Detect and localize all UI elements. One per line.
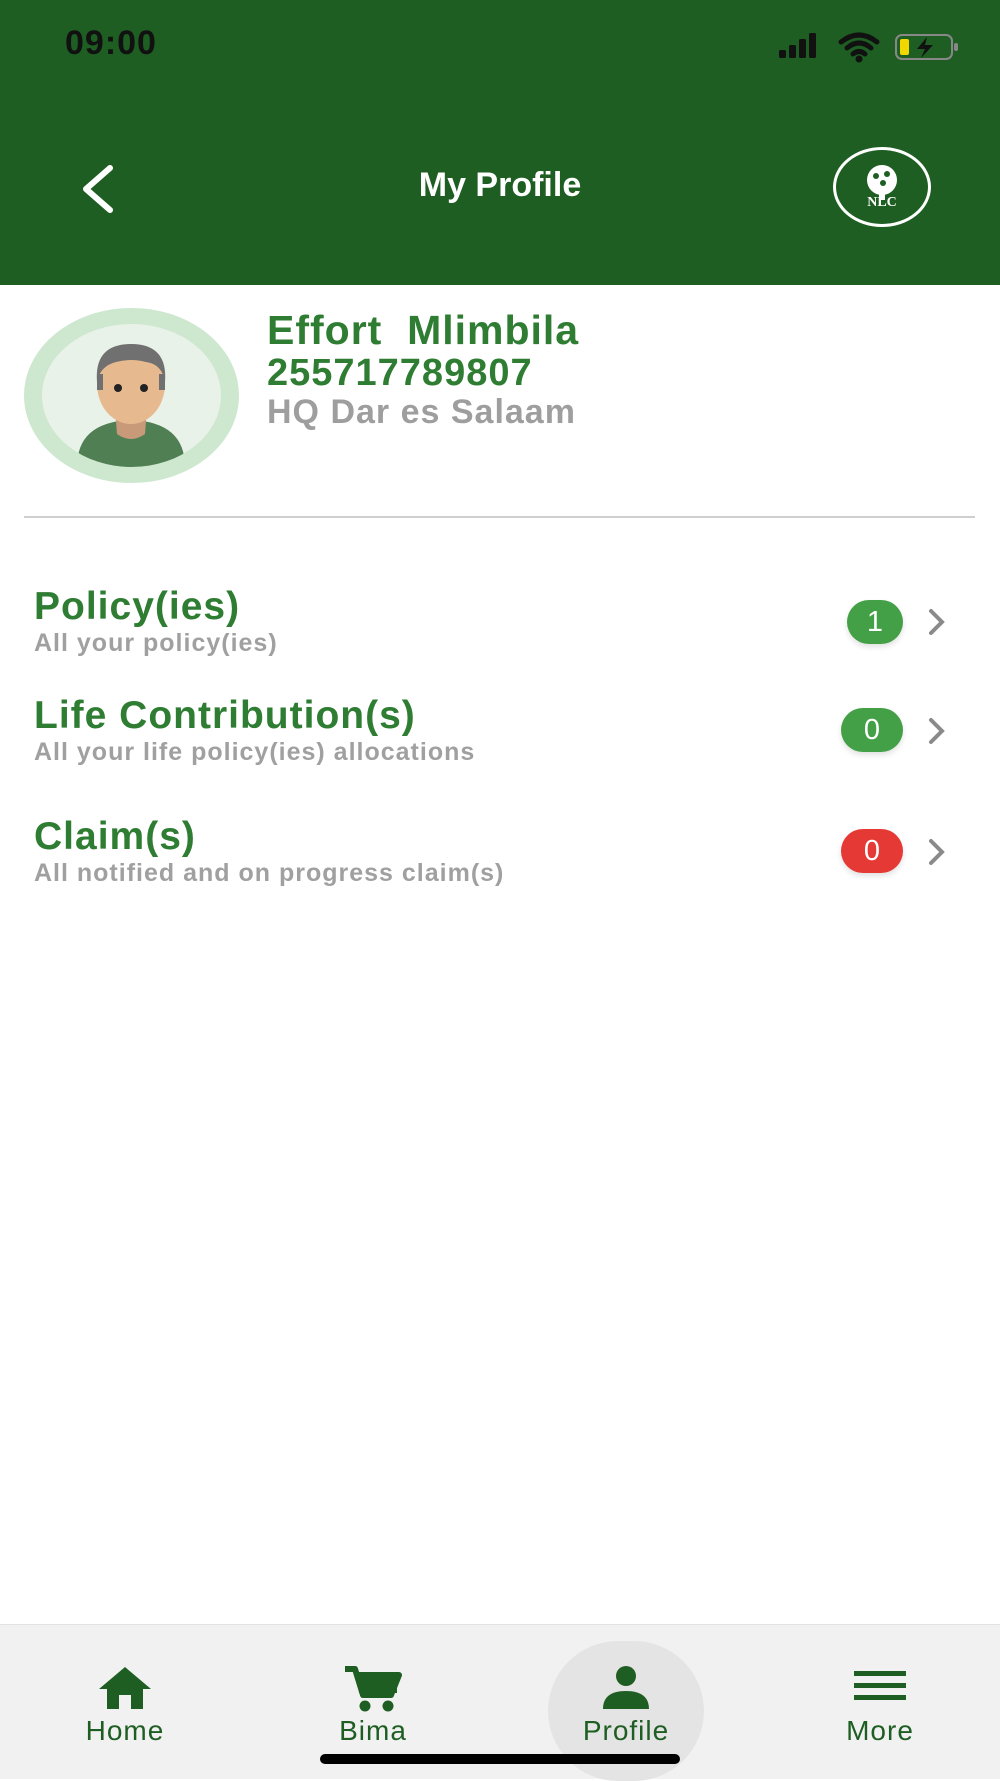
nav-label: More [846,1715,914,1746]
logo-text: NLC [867,195,897,210]
wifi-icon [838,32,880,63]
menu-item-title: Claim(s) [34,815,196,858]
nav-label: Profile [582,1715,670,1746]
home-icon [99,1667,151,1709]
chevron-right-icon [929,718,945,744]
count-badge: 0 [841,829,903,873]
menu-item-claims[interactable]: Claim(s) All notified and on progress cl… [0,815,1000,915]
count-badge: 0 [841,708,903,752]
menu-item-title: Life Contribution(s) [34,694,416,737]
nav-home[interactable]: Home [50,1625,200,1779]
user-phone: 255717789807 [267,352,533,394]
avatar [24,308,239,483]
menu-icon [854,1671,906,1700]
menu-item-subtitle: All your life policy(ies) allocations [34,738,476,766]
app-header: 09:00 My Profile NLC [0,0,1000,285]
menu-item-policies[interactable]: Policy(ies) All your policy(ies) 1 [0,585,1000,685]
cart-icon [345,1666,402,1712]
menu-item-subtitle: All notified and on progress claim(s) [34,859,505,887]
person-avatar-icon [77,344,185,467]
person-icon [603,1666,649,1709]
status-time: 09:00 [65,24,157,62]
menu-item-life-contributions[interactable]: Life Contribution(s) All your life polic… [0,694,1000,794]
divider [24,516,975,518]
count-badge: 1 [847,600,903,644]
chevron-right-icon [929,839,945,865]
signal-icon [779,33,816,58]
brand-logo: NLC [833,147,931,227]
user-name: Effort Mlimbila [267,307,580,353]
battery-icon [895,34,958,60]
chevron-right-icon [929,609,945,635]
status-icons [779,32,958,63]
user-location: HQ Dar es Salaam [267,393,576,431]
home-indicator [320,1754,680,1764]
nav-label: Home [85,1715,165,1746]
nav-more[interactable]: More [805,1625,955,1779]
menu-item-title: Policy(ies) [34,585,241,628]
menu-item-subtitle: All your policy(ies) [34,629,278,657]
nav-label: Bima [339,1715,407,1746]
